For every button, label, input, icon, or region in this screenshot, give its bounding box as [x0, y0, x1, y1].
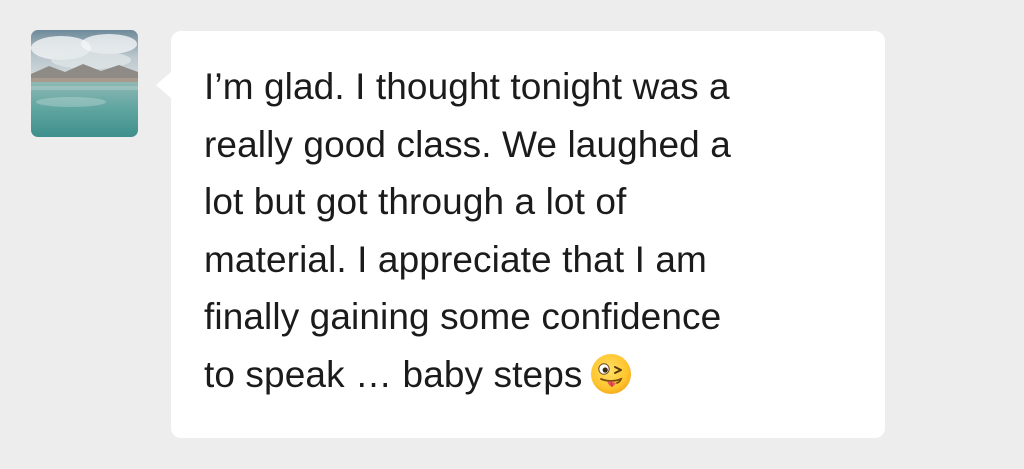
winking-face-with-tongue-icon [590, 353, 632, 395]
chat-area: I’m glad. I thought tonight was a really… [0, 0, 1024, 469]
message-body: I’m glad. I thought tonight was a really… [204, 66, 731, 395]
message-text: I’m glad. I thought tonight was a really… [204, 58, 855, 403]
bubble-tail [156, 71, 172, 99]
landscape-lake-avatar-image [31, 30, 138, 137]
message-bubble[interactable]: I’m glad. I thought tonight was a really… [156, 31, 885, 438]
avatar[interactable] [31, 30, 138, 137]
